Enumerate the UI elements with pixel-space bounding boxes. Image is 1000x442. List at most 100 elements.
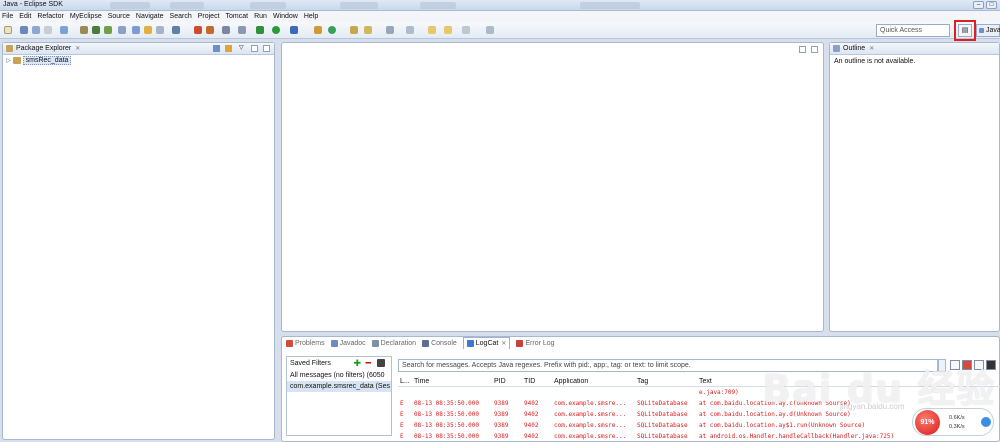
accelerator-icon xyxy=(981,417,991,427)
clear-log-icon[interactable] xyxy=(962,360,972,370)
open-task-icon[interactable] xyxy=(350,26,358,34)
table-row[interactable]: E 08-13 08:35:50.000 9389 9402 com.examp… xyxy=(398,431,1000,442)
toggle-columns-icon[interactable] xyxy=(974,360,984,370)
maximize-editor-icon[interactable] xyxy=(811,46,818,53)
outline-title[interactable]: Outline xyxy=(843,45,865,52)
package-explorer-view: Package Explorer ✕ ▽ ▷ smsRec_data xyxy=(2,42,275,440)
back-icon[interactable] xyxy=(428,26,436,34)
annotation-icon[interactable] xyxy=(386,26,394,34)
menu-refactor[interactable]: Refactor xyxy=(37,13,63,20)
menu-window[interactable]: Window xyxy=(273,13,298,20)
print-icon[interactable] xyxy=(44,26,52,34)
column-header-tid[interactable]: TID xyxy=(524,378,554,385)
main-toolbar xyxy=(0,22,1000,39)
new-server-icon[interactable] xyxy=(172,26,180,34)
tab-javadoc[interactable]: Javadoc xyxy=(330,339,366,347)
column-header-time[interactable]: Time xyxy=(414,378,494,385)
search-icon[interactable] xyxy=(364,26,372,34)
link-editor-icon[interactable] xyxy=(225,45,232,52)
close-icon[interactable]: ✕ xyxy=(501,340,506,347)
edit-filter-icon[interactable] xyxy=(377,359,385,367)
menu-source[interactable]: Source xyxy=(108,13,130,20)
table-row[interactable]: E 08-13 08:35:50.000 9389 9402 com.examp… xyxy=(398,409,1000,420)
remove-filter-icon[interactable]: ━ xyxy=(366,358,371,369)
close-icon[interactable]: ✕ xyxy=(869,45,874,52)
next-annotation-icon[interactable] xyxy=(462,26,470,34)
tab-logcat[interactable]: LogCat ✕ xyxy=(462,337,511,349)
table-row[interactable]: E 08-13 08:35:50.000 9389 9402 com.examp… xyxy=(398,420,1000,431)
filter-item[interactable]: All messages (no filters) (6050 xyxy=(287,370,391,381)
tab-error-log[interactable]: Error Log xyxy=(516,339,555,347)
filter-item[interactable]: com.example.smsrec_data (Ses xyxy=(287,381,391,392)
forward-icon[interactable] xyxy=(444,26,452,34)
system-monitor-widget[interactable]: 91% 0.6K/s 0.3K/s xyxy=(912,408,994,436)
minimize-view-icon[interactable] xyxy=(251,45,258,52)
run-external-icon[interactable] xyxy=(290,26,298,34)
project-name[interactable]: smsRec_data xyxy=(22,56,72,65)
window-controls: – □ xyxy=(973,0,1000,10)
menu-search[interactable]: Search xyxy=(170,13,192,20)
menu-project[interactable]: Project xyxy=(198,13,220,20)
java-perspective-button[interactable]: Java xyxy=(976,24,1000,37)
tab-declaration[interactable]: Declaration xyxy=(371,339,416,347)
run-icon[interactable] xyxy=(272,26,280,34)
minimize-icon[interactable]: – xyxy=(973,1,984,9)
edit-icon[interactable] xyxy=(406,26,414,34)
bottom-tabs: Problems Javadoc Declaration Console Log… xyxy=(282,337,999,349)
menu-navigate[interactable]: Navigate xyxy=(136,13,164,20)
new-class-icon[interactable] xyxy=(328,26,336,34)
open-type-icon[interactable] xyxy=(156,26,164,34)
menu-edit[interactable]: Edit xyxy=(19,13,31,20)
server-icon[interactable] xyxy=(60,26,68,34)
view-menu-icon[interactable]: ▽ xyxy=(239,45,246,52)
logcat-search-input[interactable]: Search for messages. Accepts Java regexe… xyxy=(398,359,938,372)
pin-editor-icon[interactable] xyxy=(486,26,494,34)
settings-icon[interactable] xyxy=(238,26,246,34)
table-row[interactable]: E 08-13 08:35:50.000 9389 9402 com.examp… xyxy=(398,398,1000,409)
column-header-level[interactable]: L... xyxy=(398,378,414,385)
column-header-text[interactable]: Text xyxy=(699,378,999,385)
menu-run[interactable]: Run xyxy=(254,13,267,20)
scroll-lock-icon[interactable] xyxy=(986,360,996,370)
deploy-icon[interactable] xyxy=(80,26,88,34)
log-level-select[interactable] xyxy=(938,359,946,372)
column-header-application[interactable]: Application xyxy=(554,378,637,385)
cpu-usage-badge: 91% xyxy=(915,410,940,435)
table-row[interactable]: e.java:709) xyxy=(398,387,1000,398)
column-header-pid[interactable]: PID xyxy=(494,378,524,385)
column-header-tag[interactable]: Tag xyxy=(637,378,699,385)
taskbar-blur xyxy=(110,2,150,9)
pin-icon[interactable] xyxy=(222,26,230,34)
menu-tomcat[interactable]: Tomcat xyxy=(226,13,249,20)
close-icon[interactable]: ✕ xyxy=(75,45,80,52)
title-bar: Java - Eclipse SDK – □ xyxy=(0,0,1000,11)
coverage-icon[interactable] xyxy=(314,26,322,34)
minimize-editor-icon[interactable] xyxy=(799,46,806,53)
tree-item-project[interactable]: ▷ smsRec_data xyxy=(3,55,274,66)
package-explorer-title[interactable]: Package Explorer xyxy=(16,45,71,52)
maximize-icon[interactable]: □ xyxy=(986,1,997,9)
maximize-view-icon[interactable] xyxy=(263,45,270,52)
save-log-icon[interactable] xyxy=(950,360,960,370)
new-project-icon[interactable] xyxy=(132,26,140,34)
debug-icon[interactable] xyxy=(256,26,264,34)
menu-help[interactable]: Help xyxy=(304,13,318,20)
quick-access-input[interactable]: Quick Access xyxy=(876,24,950,37)
expand-arrow-icon[interactable]: ▷ xyxy=(6,57,11,64)
new-icon[interactable] xyxy=(4,26,12,34)
tab-problems[interactable]: Problems xyxy=(286,339,325,347)
lint-icon[interactable] xyxy=(118,26,126,34)
external-tools-icon[interactable] xyxy=(206,26,214,34)
avd-manager-icon[interactable] xyxy=(104,26,112,34)
open-folder-icon[interactable] xyxy=(144,26,152,34)
save-all-icon[interactable] xyxy=(32,26,40,34)
add-filter-icon[interactable]: ✚ xyxy=(353,358,361,369)
menu-myeclipse[interactable]: MyEclipse xyxy=(70,13,102,20)
save-icon[interactable] xyxy=(20,26,28,34)
menu-file[interactable]: File xyxy=(2,13,13,20)
editor-area[interactable] xyxy=(281,42,824,332)
collapse-all-icon[interactable] xyxy=(213,45,220,52)
android-sdk-icon[interactable] xyxy=(92,26,100,34)
tools-icon[interactable] xyxy=(194,26,202,34)
tab-console[interactable]: Console xyxy=(422,339,457,347)
